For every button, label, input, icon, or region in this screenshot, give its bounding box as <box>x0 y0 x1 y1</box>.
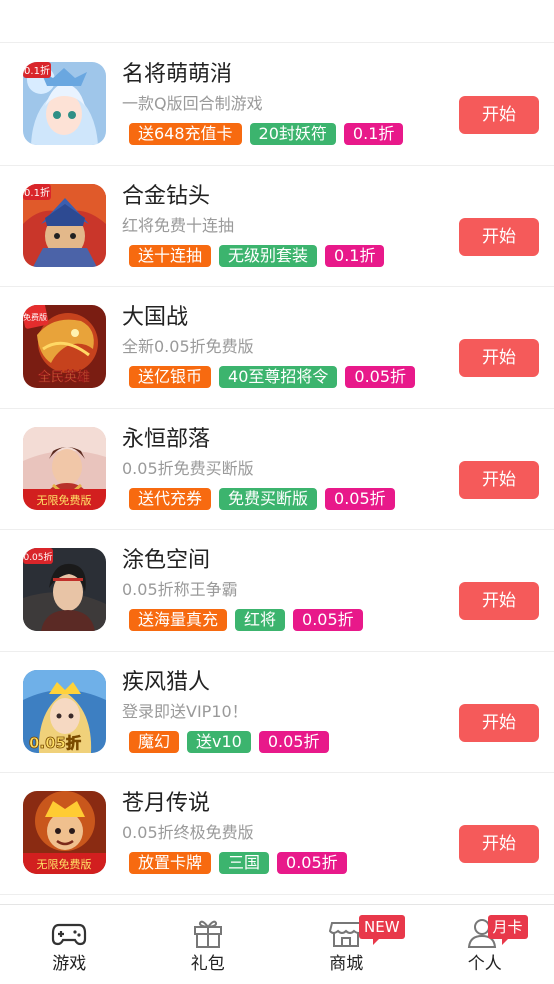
tag-green: 20封妖符 <box>249 123 336 145</box>
tab-profile[interactable]: 个人 月卡 <box>416 905 554 984</box>
game-row[interactable]: 0.1折 名将萌萌消 一款Q版回合制游戏 送648充值卡 20封妖符 0.1折 … <box>0 44 554 166</box>
game-row[interactable]: 无限免费版 苍月传说 0.05折终极免费版 放置卡牌 三国 0.05折 开始 <box>0 773 554 895</box>
tag-list: 放置卡牌 三国 0.05折 <box>129 852 347 875</box>
game-description: 0.05折终极免费版 <box>122 823 254 842</box>
tag-green: 40至尊招将令 <box>219 366 338 388</box>
game-description: 全新0.05折免费版 <box>122 337 254 356</box>
top-bar <box>0 0 554 43</box>
tag-list: 送海量真充 红将 0.05折 <box>129 609 363 632</box>
tag-list: 送亿银币 40至尊招将令 0.05折 <box>129 366 416 389</box>
tab-gifts[interactable]: 礼包 <box>139 905 278 984</box>
icon-corner-text: 0.1折 <box>24 64 50 77</box>
game-description: 一款Q版回合制游戏 <box>122 94 263 113</box>
game-description: 红将免费十连抽 <box>122 215 235 235</box>
start-button[interactable]: 开始 <box>459 582 539 620</box>
gift-icon <box>193 920 222 948</box>
bottom-tab-bar: 游戏 礼包 商城 NEW 个人 月卡 <box>0 904 554 984</box>
tag-orange: 送648充值卡 <box>129 123 242 145</box>
game-row[interactable]: 无限免费版 永恒部落 0.05折免费买断版 送代充券 免费买断版 0.05折 开… <box>0 409 554 530</box>
tab-label: 商城 <box>329 954 364 974</box>
start-button[interactable]: 开始 <box>459 96 539 134</box>
gamepad-icon <box>52 923 87 946</box>
anime-girl-icon[interactable]: 0.1折 <box>23 62 106 145</box>
tab-games[interactable]: 游戏 <box>0 905 139 984</box>
game-name: 苍月传说 <box>122 791 211 816</box>
tag-orange: 送海量真充 <box>129 609 228 631</box>
tag-orange: 送亿银币 <box>129 366 212 388</box>
tag-orange: 放置卡牌 <box>129 852 212 874</box>
tag-pink: 0.05折 <box>325 487 395 510</box>
game-row[interactable]: 0.1折 合金钻头 红将免费十连抽 送十连抽 无级别套装 0.1折 开始 <box>0 166 554 287</box>
tag-list: 魔幻 送v10 0.05折 <box>129 730 329 754</box>
new-badge: NEW <box>359 915 405 945</box>
tab-label: 礼包 <box>190 954 225 974</box>
tag-green: 红将 <box>235 609 286 631</box>
monthly-card-badge: 月卡 <box>487 915 528 945</box>
game-name: 涂色空间 <box>122 548 211 573</box>
start-button[interactable]: 开始 <box>459 825 539 863</box>
tab-label: 游戏 <box>52 954 87 974</box>
start-button[interactable]: 开始 <box>459 217 539 256</box>
tab-store[interactable]: 商城 NEW <box>277 905 416 984</box>
game-name: 合金钻头 <box>122 183 211 209</box>
tab-label: 个人 <box>467 954 502 974</box>
icon-corner-text: 0.05折 <box>23 551 52 563</box>
tag-green: 免费买断版 <box>219 487 318 510</box>
game-name: 疾风猎人 <box>122 669 211 695</box>
game-row[interactable]: 0.05折 涂色空间 0.05折称王争霸 送海量真充 红将 0.05折 开始 <box>0 530 554 652</box>
game-name: 大国战 <box>122 305 189 330</box>
start-button[interactable]: 开始 <box>459 460 539 499</box>
game-name: 名将萌萌消 <box>122 62 233 87</box>
tag-pink: 0.1折 <box>325 244 385 267</box>
warlord-icon[interactable]: 无限免费版 <box>23 426 106 510</box>
tag-green: 无级别套装 <box>219 244 318 267</box>
tag-orange: 送十连抽 <box>129 244 212 267</box>
warrior-icon[interactable]: 0.1折 <box>23 183 106 267</box>
icon-caption: 无限免费版 <box>37 493 92 507</box>
icon-corner-text: 免费版 <box>23 312 47 322</box>
icon-caption: 全民英雄 <box>38 369 90 385</box>
game-row[interactable]: 0.05折 疾风猎人 登录即送VIP10！ 魔幻 送v10 0.05折 开始 <box>0 652 554 773</box>
game-description: 0.05折称王争霸 <box>122 580 238 599</box>
tag-pink: 0.1折 <box>343 123 404 145</box>
start-button[interactable]: 开始 <box>459 339 539 377</box>
game-list: 0.1折 名将萌萌消 一款Q版回合制游戏 送648充值卡 20封妖符 0.1折 … <box>0 44 554 895</box>
dragon-icon[interactable]: 免费版 全民英雄 <box>23 305 106 388</box>
tag-list: 送648充值卡 20封妖符 0.1折 <box>129 123 404 146</box>
icon-caption: 无限免费版 <box>37 857 92 871</box>
game-row[interactable]: 免费版 全民英雄 大国战 全新0.05折免费版 送亿银币 40至尊招将令 0.0… <box>0 287 554 409</box>
tag-pink: 0.05折 <box>345 366 416 388</box>
game-description: 登录即送VIP10！ <box>122 701 248 721</box>
tag-green: 送v10 <box>187 730 251 753</box>
queen-icon[interactable]: 0.05折 <box>23 669 106 753</box>
game-description: 0.05折免费买断版 <box>122 458 254 478</box>
tag-pink: 0.05折 <box>293 609 363 631</box>
tag-list: 送代充券 免费买断版 0.05折 <box>129 487 395 511</box>
swordsman-icon[interactable]: 0.05折 <box>23 548 106 631</box>
tag-list: 送十连抽 无级别套装 0.1折 <box>129 244 385 268</box>
king-icon[interactable]: 无限免费版 <box>23 791 106 874</box>
icon-caption: 0.05折 <box>29 734 81 752</box>
tag-green: 三国 <box>219 852 270 874</box>
game-name: 永恒部落 <box>122 426 211 452</box>
icon-corner-text: 0.1折 <box>24 186 50 199</box>
tag-orange: 魔幻 <box>129 730 180 753</box>
tag-orange: 送代充券 <box>129 487 212 510</box>
tag-pink: 0.05折 <box>258 730 329 753</box>
tag-pink: 0.05折 <box>277 852 347 874</box>
start-button[interactable]: 开始 <box>459 703 539 742</box>
